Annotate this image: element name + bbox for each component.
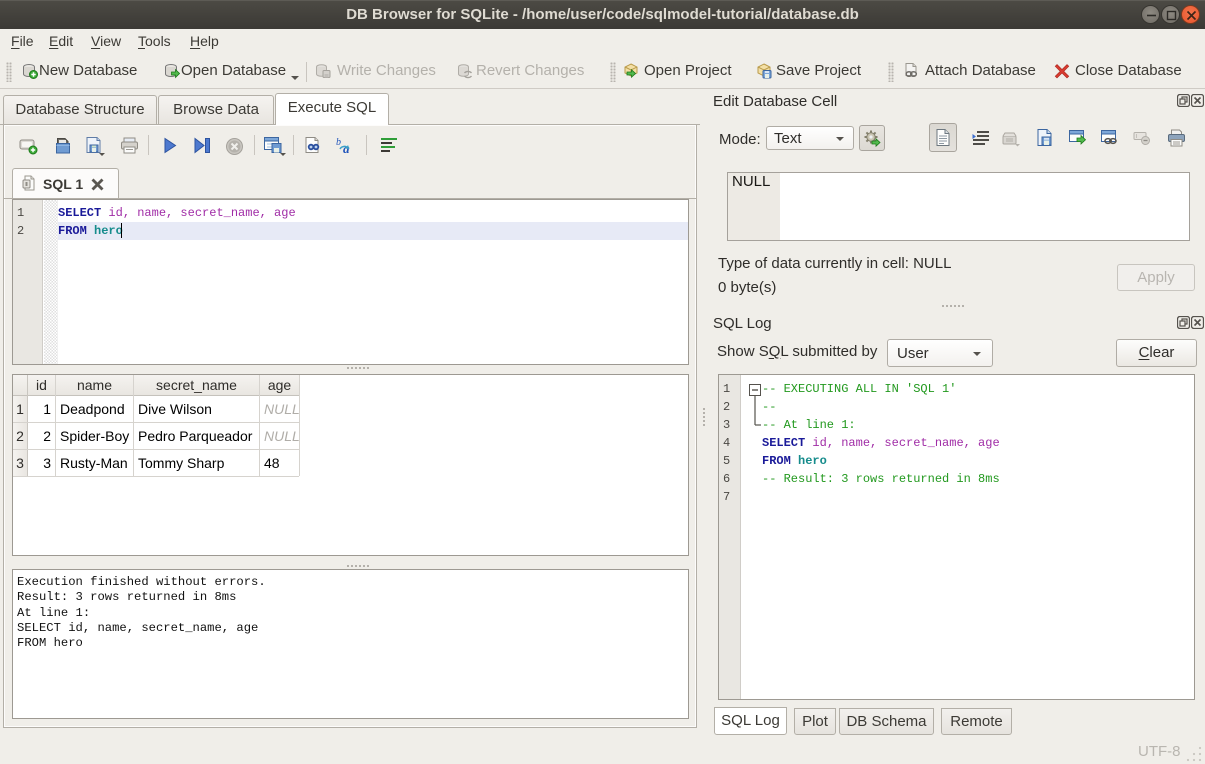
svg-text:b: b (336, 137, 341, 148)
